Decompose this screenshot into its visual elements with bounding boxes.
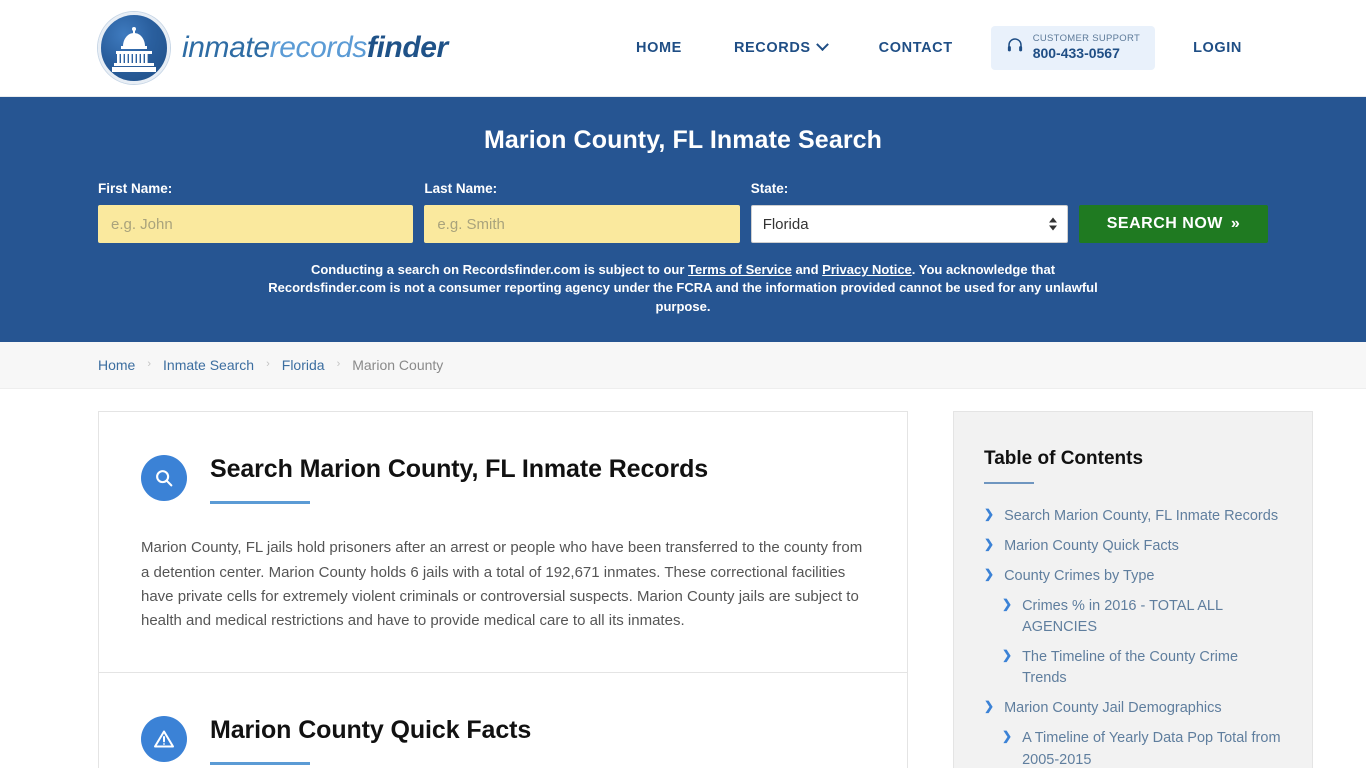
nav-item-home[interactable]: HOME [610,40,708,56]
toc-title: Table of Contents [984,448,1144,470]
search-now-button[interactable]: SEARCH NOW » [1079,205,1269,243]
state-label: State: [750,181,789,196]
toc-item-link[interactable]: Marion County Quick Facts [1004,536,1179,557]
breadcrumb-bar: Home › Inmate Search › Florida › Marion … [0,342,1366,390]
last-name-input[interactable] [424,205,740,243]
headset-icon [1006,36,1024,59]
nav-item-contact[interactable]: CONTACT [853,40,979,56]
site-logo[interactable]: inmaterecordsfinder [98,12,448,84]
breadcrumb: Home › Inmate Search › Florida › Marion … [98,357,443,373]
section-title-search-records: Search Marion County, FL Inmate Records [210,455,709,484]
chevron-right-icon: ❯ [984,537,995,552]
toc-item[interactable]: ❯ Marion County Quick Facts [984,536,1282,557]
nav-item-contact-label: CONTACT [878,39,953,56]
customer-support-phone: 800-433-0567 [1032,45,1120,62]
main-navigation: HOME RECORDS CONTACT CUSTOMER SUPPORT 80… [610,26,1268,70]
disclaimer-part-1: Conducting a search on Recordsfinder.com… [310,262,689,277]
breadcrumb-item-inmate-search[interactable]: Inmate Search [163,357,254,373]
toc-list: ❯ Search Marion County, FL Inmate Records… [984,506,1282,768]
breadcrumb-separator-icon: › [266,358,270,371]
content-area: Search Marion County, FL Inmate Records … [0,389,1366,768]
nav-item-records-label: RECORDS [733,39,811,56]
chevron-right-icon: ❯ [1002,597,1013,612]
breadcrumb-separator-icon: › [147,358,152,371]
customer-support-label: CUSTOMER SUPPORT [1032,33,1141,45]
last-name-label: Last Name: [424,181,498,196]
nav-item-home-label: HOME [636,39,682,56]
main-content-card: Search Marion County, FL Inmate Records … [98,411,908,768]
inmate-search-form: First Name: Last Name: State: FloridaAla… [98,181,1269,243]
toc-item[interactable]: ❯ Marion County Jail Demographics [984,698,1282,719]
section-search-records: Search Marion County, FL Inmate Records … [99,412,907,671]
toc-item-link[interactable]: Marion County Jail Demographics [1004,698,1222,719]
state-field-group: State: FloridaAlabamaGeorgiaTexasCalifor… [750,181,1069,243]
search-disclaimer: Conducting a search on Recordsfinder.com… [253,261,1113,316]
toc-item[interactable]: ❯ The Timeline of the County Crime Trends [984,647,1282,689]
section-title-quick-facts: Marion County Quick Facts [210,715,532,744]
toc-item[interactable]: ❯ Search Marion County, FL Inmate Records [984,506,1282,527]
toc-item[interactable]: ❯ Crimes % in 2016 - TOTAL ALL AGENCIES [984,596,1282,638]
toc-item-link[interactable]: Search Marion County, FL Inmate Records [1004,506,1278,527]
section-body-search-records: Marion County, FL jails hold prisoners a… [141,539,863,630]
last-name-field-group: Last Name: [424,181,740,243]
toc-item-link[interactable]: Crimes % in 2016 - TOTAL ALL AGENCIES [1022,596,1282,638]
chevron-down-icon [815,38,829,52]
toc-item-link[interactable]: The Timeline of the County Crime Trends [1022,647,1282,689]
disclaimer-part-2: and [791,262,823,277]
toc-item-link[interactable]: A Timeline of Yearly Data Pop Total from… [1022,728,1282,768]
breadcrumb-item-marion-county: Marion County [352,357,444,374]
hero-search-band: Marion County, FL Inmate Search First Na… [0,97,1366,343]
toc-item-link[interactable]: County Crimes by Type [1004,566,1154,587]
section-header: Search Marion County, FL Inmate Records [141,452,865,505]
chevron-right-icon: ❯ [984,507,995,522]
nav-item-records[interactable]: RECORDS [708,38,853,56]
nav-item-login[interactable]: LOGIN [1167,40,1268,56]
breadcrumb-separator-icon: › [336,358,341,371]
state-select[interactable]: FloridaAlabamaGeorgiaTexasCalifornia [750,205,1069,243]
section-quick-facts: Marion County Quick Facts [99,671,907,768]
section-header: Marion County Quick Facts [141,713,865,765]
first-name-field-group: First Name: [98,181,414,243]
nav-item-login-label: LOGIN [1193,39,1242,56]
brand-word-3: finder [366,31,448,64]
privacy-notice-link[interactable]: Privacy Notice [822,262,912,277]
site-header: inmaterecordsfinder HOME RECORDS CONTACT… [0,0,1366,97]
warning-triangle-icon [141,715,187,762]
chevron-right-icon: ❯ [1002,648,1013,663]
first-name-label: First Name: [98,181,173,196]
section-underline [210,761,310,765]
chevron-right-icon: ❯ [984,699,995,714]
first-name-input[interactable] [98,205,414,243]
toc-item[interactable]: ❯ County Crimes by Type [984,566,1282,587]
customer-support-box[interactable]: CUSTOMER SUPPORT 800-433-0567 [990,26,1156,70]
terms-of-service-link[interactable]: Terms of Service [688,262,792,277]
breadcrumb-item-florida[interactable]: Florida [282,357,325,373]
brand-word-2: records [269,31,368,64]
double-chevron-right-icon: » [1230,215,1241,232]
capitol-dome-icon [98,12,170,84]
chevron-right-icon: ❯ [984,567,995,582]
search-now-label: SEARCH NOW [1106,215,1223,232]
page-title: Marion County, FL Inmate Search [483,126,883,154]
section-underline [210,501,310,505]
breadcrumb-item-home[interactable]: Home [98,357,135,373]
toc-item[interactable]: ❯ A Timeline of Yearly Data Pop Total fro… [984,728,1282,768]
chevron-right-icon: ❯ [1002,729,1013,744]
magnifier-icon [141,455,187,502]
brand-wordmark: inmaterecordsfinder [182,33,448,63]
toc-underline [984,482,1034,485]
brand-word-1: inmate [182,31,270,64]
table-of-contents: Table of Contents ❯ Search Marion County,… [953,411,1313,768]
